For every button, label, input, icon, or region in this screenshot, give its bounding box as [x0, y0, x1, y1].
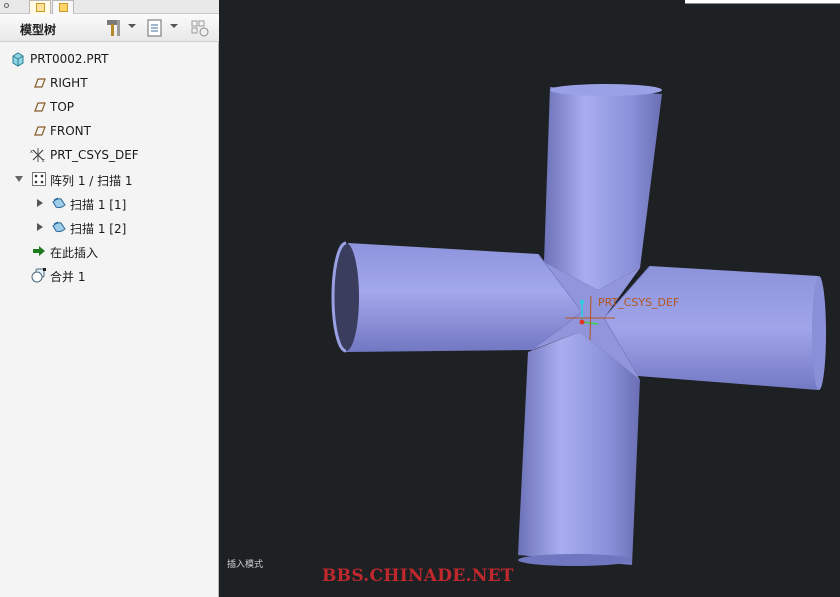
- sweep-icon: [52, 221, 66, 233]
- watermark-text: BBS.CHINADE.NET: [322, 566, 514, 586]
- expand-toggle-icon[interactable]: [37, 223, 43, 231]
- filter-settings-icon: [191, 20, 209, 37]
- bottom-arm-end-face: [518, 554, 632, 566]
- csys-label: PRT_CSYS_DEF: [598, 296, 680, 309]
- tree-item-label: PRT0002.PRT: [30, 52, 109, 66]
- tree-item-csys[interactable]: x z PRT_CSYS_DEF: [0, 144, 219, 166]
- tree-item-part[interactable]: PRT0002.PRT: [0, 48, 219, 70]
- insert-mode-text: 插入模式: [227, 560, 264, 570]
- datum-plane-icon: [34, 102, 46, 112]
- dot-icon: [4, 3, 9, 8]
- tab-model-tree[interactable]: [29, 0, 51, 14]
- tree-item-right-plane[interactable]: RIGHT: [0, 72, 219, 94]
- folder-icon: [36, 3, 45, 12]
- tree-item-merge[interactable]: 合并 1: [0, 264, 219, 286]
- datum-plane-icon: [34, 78, 46, 88]
- right-arm-end-face: [812, 276, 826, 390]
- show-button[interactable]: [145, 17, 165, 39]
- tree-item-top-plane[interactable]: TOP: [0, 96, 219, 118]
- expand-toggle-icon[interactable]: [15, 176, 23, 182]
- tree-item-pattern[interactable]: 阵列 1 / 扫描 1: [0, 168, 219, 190]
- list-icon: [147, 19, 162, 37]
- top-arm-end-face: [550, 84, 662, 96]
- merge-icon: [31, 268, 46, 283]
- folder-up-icon: [59, 3, 68, 12]
- csys-origin: [579, 319, 585, 325]
- chevron-down-icon[interactable]: [128, 24, 136, 28]
- cross-pipe-model[interactable]: [220, 0, 840, 597]
- tree-item-sweep-2[interactable]: 扫描 1 [2]: [0, 216, 219, 238]
- tree-item-label: TOP: [50, 100, 75, 114]
- top-status-strip: [685, 0, 840, 4]
- tree-item-label: FRONT: [50, 124, 91, 138]
- tree-item-label: 在此插入: [50, 246, 99, 260]
- settings-button[interactable]: [103, 17, 125, 39]
- tree-item-label: 阵列 1 / 扫描 1: [50, 174, 133, 188]
- panel-tab-strip: [0, 0, 219, 14]
- part-icon: [12, 52, 24, 67]
- tree-item-label: 扫描 1 [2]: [70, 222, 127, 236]
- svg-text:z: z: [42, 158, 45, 163]
- top-arm-surface: [544, 87, 662, 290]
- filter-button[interactable]: [189, 17, 213, 39]
- pattern-icon: [32, 172, 46, 186]
- tree-item-label: RIGHT: [50, 76, 88, 90]
- tools-icon: [107, 20, 120, 36]
- tree-item-label: PRT_CSYS_DEF: [50, 148, 139, 162]
- tree-item-label: 合并 1: [50, 270, 86, 284]
- csys-y-axis-tip: [580, 300, 584, 304]
- model-tree-panel: 模型树 PRT0002.PRT RIGHT TOP FRONT x z PRT_…: [0, 0, 219, 597]
- tree-item-sweep-1[interactable]: 扫描 1 [1]: [0, 192, 219, 214]
- tab-folder-browser[interactable]: [52, 0, 74, 14]
- model-tree-header: 模型树: [0, 14, 219, 42]
- model-tree-title: 模型树: [20, 23, 57, 37]
- bottom-arm-surface: [518, 332, 640, 565]
- sweep-icon: [52, 197, 66, 209]
- tree-item-insert-here[interactable]: 在此插入: [0, 240, 219, 262]
- coordinate-system-icon: x z: [30, 148, 45, 163]
- datum-plane-icon: [34, 126, 46, 136]
- graphics-viewport[interactable]: [220, 0, 840, 597]
- chevron-down-icon[interactable]: [170, 24, 178, 28]
- tree-item-label: 扫描 1 [1]: [70, 198, 127, 212]
- right-arm-surface: [604, 266, 818, 390]
- tree-item-front-plane[interactable]: FRONT: [0, 120, 219, 142]
- svg-text:x: x: [30, 149, 33, 155]
- expand-toggle-icon[interactable]: [37, 199, 43, 207]
- insert-here-arrow-icon: [33, 246, 45, 256]
